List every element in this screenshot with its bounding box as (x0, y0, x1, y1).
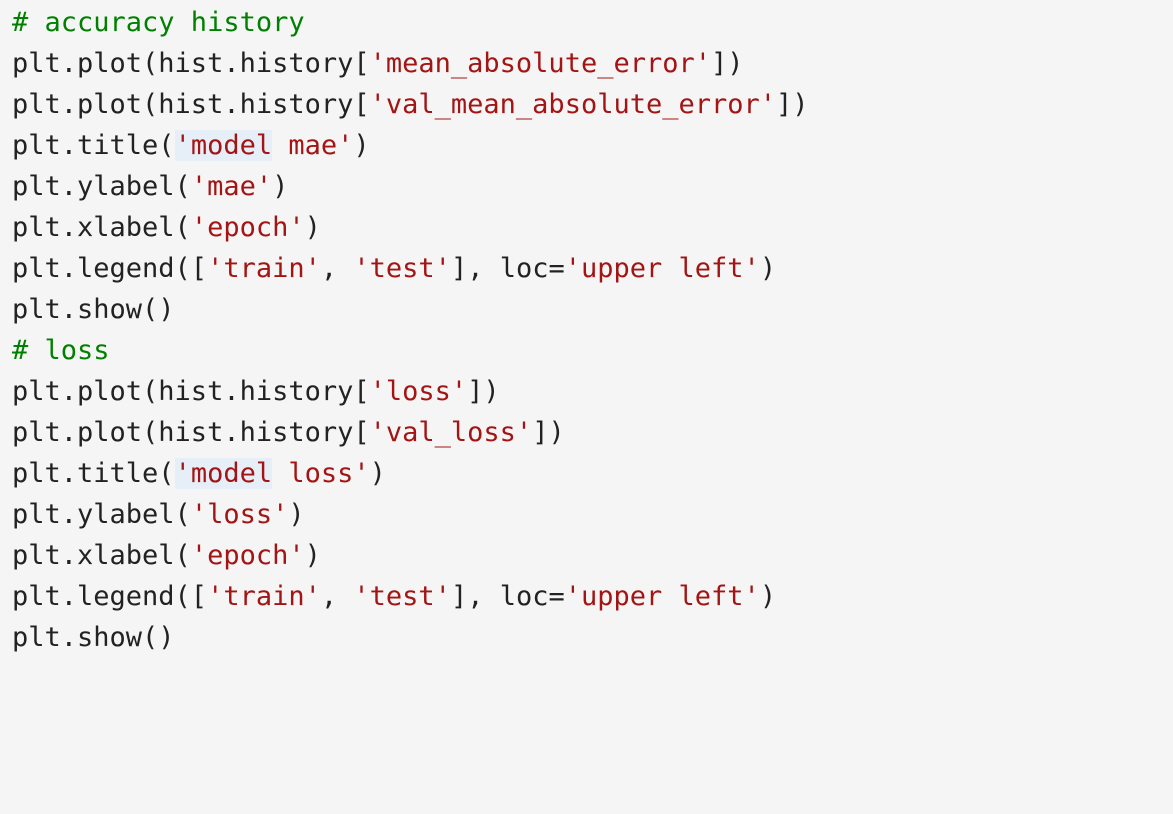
string-literal: mae' (272, 130, 354, 161)
code-token: plt.ylabel( (12, 499, 191, 530)
string-literal: 'upper left' (564, 253, 760, 284)
code-block[interactable]: # accuracy history plt.plot(hist.history[… (0, 0, 1173, 814)
code-token: ], loc= (450, 253, 565, 284)
code-token: plt.plot(hist.history[ (12, 417, 370, 448)
string-literal: 'mean_absolute_error' (369, 48, 711, 79)
code-token: ) (759, 253, 777, 284)
string-literal: 'model (174, 130, 273, 161)
code-token: ]) (467, 376, 500, 407)
code-token: ) (272, 171, 289, 202)
code-line: plt.plot(hist.history['mean_absolute_err… (12, 43, 1173, 84)
code-comment: # accuracy history (12, 7, 305, 38)
string-literal: 'loss' (190, 499, 289, 530)
code-token: ]) (776, 89, 809, 120)
code-comment: # loss (12, 335, 110, 366)
code-line: plt.plot(hist.history['val_loss']) (12, 412, 1173, 453)
code-line: plt.xlabel('epoch') (12, 207, 1173, 248)
code-line: plt.plot(hist.history['loss']) (12, 371, 1173, 412)
code-token: plt.plot(hist.history[ (12, 89, 370, 120)
code-token: ) (759, 581, 777, 612)
code-token: plt.title( (12, 130, 175, 161)
code-token: plt.title( (12, 458, 175, 489)
string-literal: 'loss' (369, 376, 468, 407)
string-literal: 'train' (207, 581, 321, 612)
string-literal: 'test' (353, 581, 451, 612)
code-token: plt.xlabel( (12, 212, 191, 243)
string-literal: 'upper left' (564, 581, 760, 612)
code-token: , (320, 581, 354, 612)
code-token: ) (353, 130, 370, 161)
code-token: , (320, 253, 354, 284)
code-line: plt.ylabel('mae') (12, 166, 1173, 207)
string-literal: 'model (174, 458, 273, 489)
code-line: plt.show() (12, 289, 1173, 330)
code-line: plt.plot(hist.history['val_mean_absolute… (12, 84, 1173, 125)
string-literal: 'mae' (190, 171, 273, 202)
code-token: plt.plot(hist.history[ (12, 376, 370, 407)
code-token: ]) (532, 417, 565, 448)
code-token: ) (304, 540, 321, 571)
string-literal: loss' (272, 458, 370, 489)
code-token: plt.legend([ (12, 253, 208, 284)
code-token: plt.show() (12, 622, 175, 653)
code-token: ) (369, 458, 386, 489)
code-token: plt.show() (12, 294, 175, 325)
code-line: plt.show() (12, 617, 1173, 658)
code-token: plt.legend([ (12, 581, 208, 612)
string-literal: 'val_loss' (369, 417, 533, 448)
code-line: plt.legend(['train', 'test'], loc='upper… (12, 576, 1173, 617)
string-literal: 'epoch' (190, 540, 305, 571)
string-literal: 'val_mean_absolute_error' (369, 89, 777, 120)
code-token: ], loc= (450, 581, 565, 612)
string-literal: 'epoch' (190, 212, 305, 243)
code-token: ) (304, 212, 321, 243)
code-token: plt.xlabel( (12, 540, 191, 571)
string-literal: 'train' (207, 253, 321, 284)
code-line: plt.title('model loss') (12, 453, 1173, 494)
code-token: ) (288, 499, 305, 530)
code-line: plt.ylabel('loss') (12, 494, 1173, 535)
code-line: plt.legend(['train', 'test'], loc='upper… (12, 248, 1173, 289)
code-token: plt.plot(hist.history[ (12, 48, 370, 79)
code-line: plt.xlabel('epoch') (12, 535, 1173, 576)
code-line: # accuracy history (12, 2, 1173, 43)
code-line: # loss (12, 330, 1173, 371)
string-literal: 'test' (353, 253, 451, 284)
code-line: plt.title('model mae') (12, 125, 1173, 166)
code-token: ]) (711, 48, 744, 79)
code-token: plt.ylabel( (12, 171, 191, 202)
